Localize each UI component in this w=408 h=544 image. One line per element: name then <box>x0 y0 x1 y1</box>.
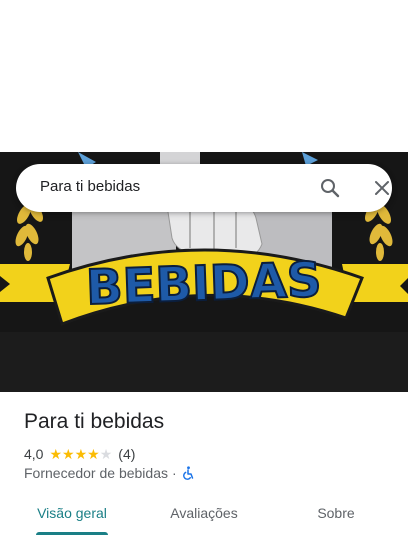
star-icon: ★ <box>62 446 75 462</box>
star-icon: ★ <box>74 446 88 462</box>
category-row: Fornecedor de bebidas · <box>24 464 195 482</box>
rating-row: 4,0 ★ ★ ★ ★ ★ (4) <box>24 445 135 463</box>
search-icon[interactable] <box>318 176 342 200</box>
sign-text: BEBIDAS <box>85 252 322 316</box>
place-tabs: Visão geral Avaliações Sobre <box>0 494 408 544</box>
star-icon: ★ <box>99 446 113 462</box>
separator-dot: · <box>172 465 177 481</box>
review-count-link[interactable]: (4) <box>118 446 135 462</box>
search-input[interactable]: Para ti bebidas <box>40 178 140 195</box>
place-category[interactable]: Fornecedor de bebidas <box>24 465 168 481</box>
active-tab-indicator <box>36 532 108 535</box>
tab-overview[interactable]: Visão geral <box>24 494 120 532</box>
rating-value: 4,0 <box>24 446 44 462</box>
tab-reviews[interactable]: Avaliações <box>156 494 252 532</box>
star-rating: ★ ★ ★ ★ ★ <box>49 447 112 461</box>
tab-about[interactable]: Sobre <box>296 494 376 532</box>
close-icon[interactable] <box>370 176 394 200</box>
star-icon: ★ <box>49 446 63 462</box>
wheelchair-accessible-icon <box>181 466 195 480</box>
place-title: Para ti bebidas <box>24 410 165 433</box>
star-icon: ★ <box>87 446 100 462</box>
search-bar[interactable]: Para ti bebidas <box>16 164 392 212</box>
